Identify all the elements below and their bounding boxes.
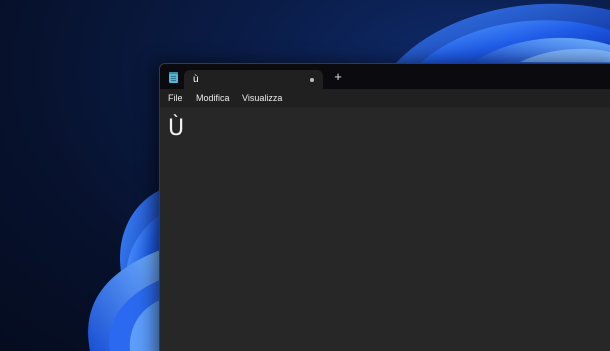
menu-file[interactable]: File — [168, 92, 183, 104]
menu-modifica[interactable]: Modifica — [196, 92, 230, 104]
new-tab-button[interactable]: + — [331, 70, 345, 84]
menu-bar: File Modifica Visualizza — [160, 89, 610, 107]
notepad-window: ù + File Modifica Visualizza Ù — [159, 63, 610, 351]
editor-content[interactable]: Ù — [168, 116, 184, 142]
unsaved-dot-icon[interactable] — [310, 78, 314, 82]
desktop: ù + File Modifica Visualizza Ù — [0, 0, 610, 351]
notepad-icon — [169, 72, 178, 83]
text-editor[interactable]: Ù — [160, 107, 610, 351]
tab-document[interactable]: ù — [184, 70, 323, 90]
tab-title: ù — [193, 74, 199, 85]
menu-visualizza[interactable]: Visualizza — [242, 92, 282, 104]
title-bar[interactable]: ù + — [160, 64, 610, 90]
